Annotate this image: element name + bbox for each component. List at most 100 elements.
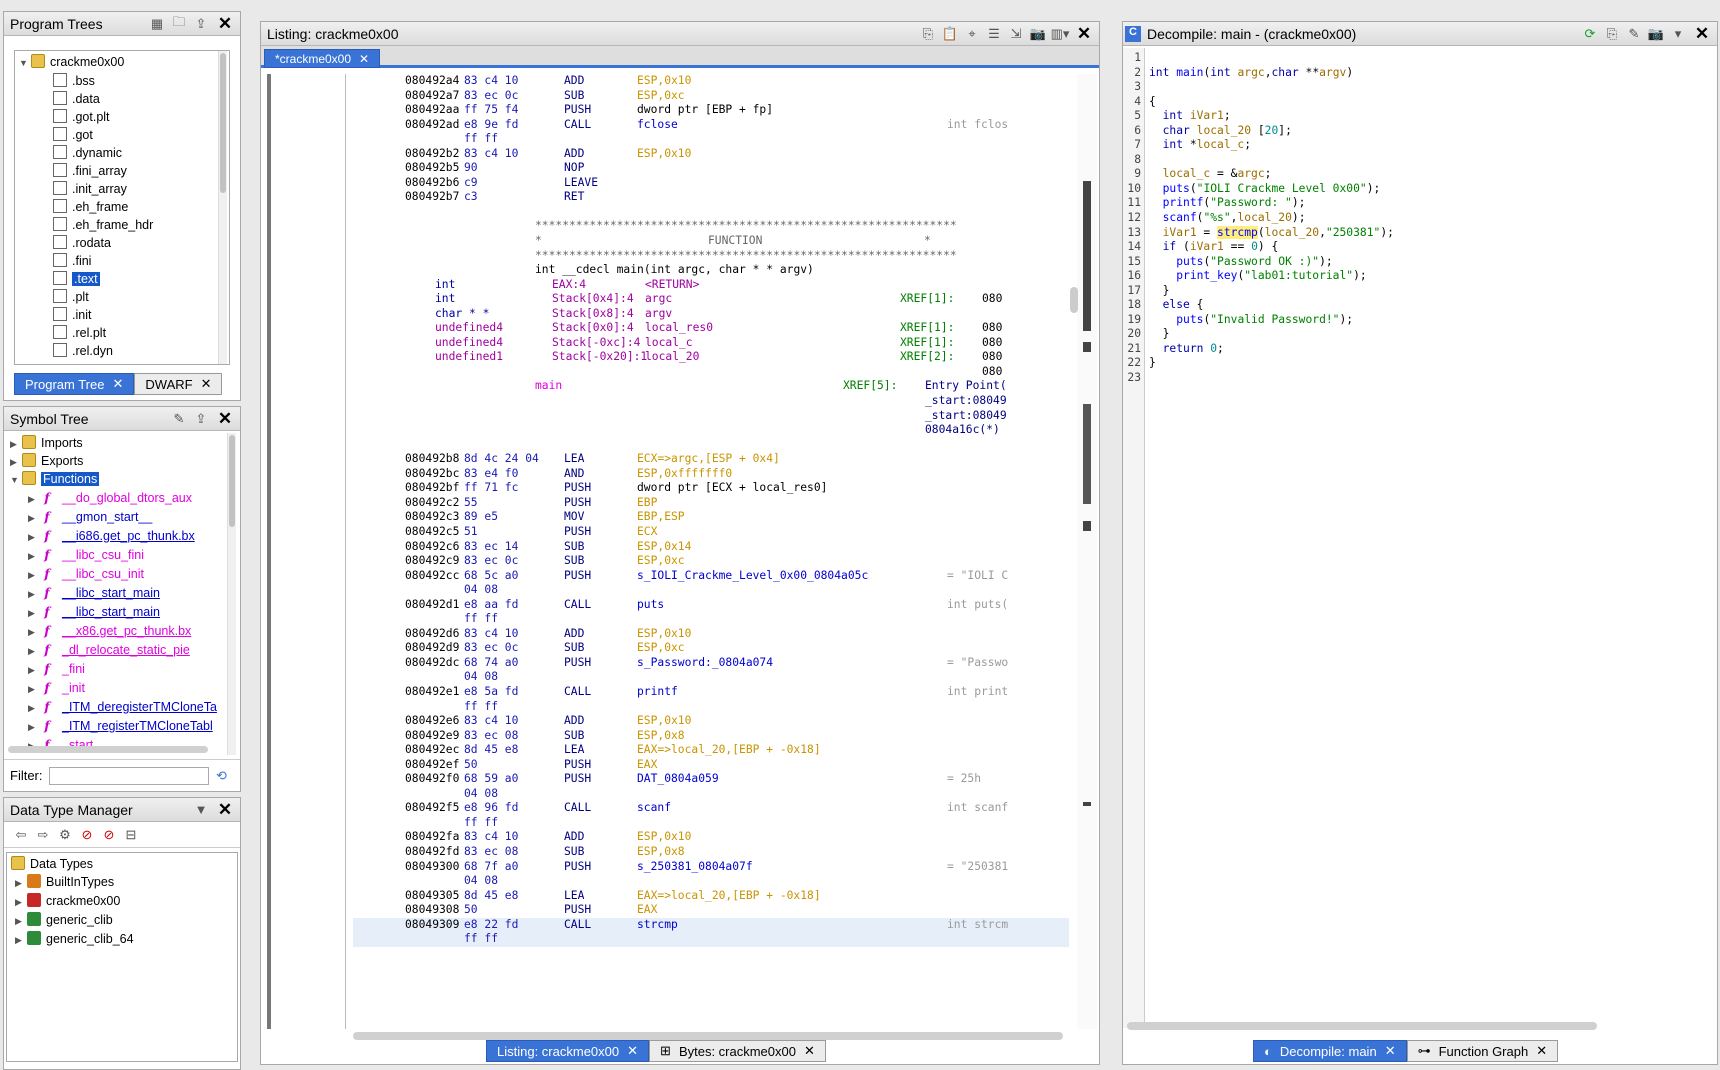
- address[interactable]: 080492e1: [405, 685, 459, 700]
- mnemonic[interactable]: LEA: [564, 889, 584, 904]
- param-row[interactable]: undefined1 Stack[-0x20]:1 local_20 XREF[2]:…: [353, 350, 1069, 365]
- instruction-row[interactable]: 080492c5 51 PUSH ECX: [353, 525, 1069, 540]
- code-text[interactable]: puts("IOLI Crackme Level 0x00");: [1149, 182, 1381, 197]
- code-text[interactable]: puts("Password OK :)");: [1149, 255, 1332, 270]
- function-item[interactable]: ▶ f __x86.get_pc_thunk.bx: [10, 622, 238, 641]
- instruction-row[interactable]: 080492e6 83 c4 10 ADD ESP,0x10: [353, 714, 1069, 729]
- instruction-row[interactable]: ff ff: [353, 932, 1069, 947]
- expand-icon[interactable]: ▶: [28, 719, 40, 736]
- instruction-row[interactable]: 080492fd 83 ec 08 SUB ESP,0x8: [353, 845, 1069, 860]
- code-line[interactable]: 13 iVar1 = strcmp(local_20,"250381");: [1123, 225, 1713, 241]
- tree-item[interactable]: .fini: [19, 252, 229, 270]
- code-line[interactable]: 15 puts("Password OK :)");: [1123, 255, 1713, 270]
- code-text[interactable]: return 0;: [1149, 342, 1224, 357]
- code-text[interactable]: char local_20 [20];: [1149, 124, 1292, 139]
- operands[interactable]: ESP,0xc: [637, 554, 685, 569]
- tree-item[interactable]: .plt: [19, 288, 229, 306]
- code-line[interactable]: 9 local_c = &argc;: [1123, 167, 1713, 182]
- operands[interactable]: fclose: [637, 118, 678, 133]
- address[interactable]: 080492b7: [405, 190, 459, 205]
- edit-fields-icon[interactable]: ☰: [985, 25, 1003, 43]
- param-row[interactable]: int EAX:4 <RETURN>: [353, 278, 1069, 293]
- filter-options-icon[interactable]: ⟲: [213, 767, 231, 785]
- param-row[interactable]: 080: [353, 365, 1069, 380]
- instruction-row[interactable]: 080492ec 8d 45 e8 LEA EAX=>local_20,[EBP + …: [353, 743, 1069, 758]
- instruction-row[interactable]: 08049305 8d 45 e8 LEA EAX=>local_20,[EBP + …: [353, 889, 1069, 904]
- mnemonic[interactable]: SUB: [564, 641, 584, 656]
- tree-item[interactable]: .dynamic: [19, 144, 229, 162]
- close-icon[interactable]: ✕: [216, 14, 234, 33]
- instruction-row[interactable]: ff ff: [353, 132, 1069, 147]
- code-line[interactable]: 10 puts("IOLI Crackme Level 0x00");: [1123, 182, 1713, 197]
- tab-crackme0x00[interactable]: *crackme0x00 ✕: [264, 49, 381, 68]
- function-item[interactable]: ▶ f _fini: [10, 660, 238, 679]
- expand-icon[interactable]: ▶: [28, 586, 40, 603]
- code-text[interactable]: scanf("%s",local_20);: [1149, 211, 1306, 226]
- param-name[interactable]: argc: [645, 292, 672, 307]
- mnemonic[interactable]: ADD: [564, 830, 584, 845]
- close-icon[interactable]: ✕: [216, 800, 234, 819]
- data-type-archive[interactable]: ▶ generic_clib_64: [11, 930, 237, 949]
- instruction-row[interactable]: 080492b7 c3 RET: [353, 190, 1069, 205]
- operands[interactable]: ESP,0x8: [637, 845, 685, 860]
- operands[interactable]: printf: [637, 685, 678, 700]
- instruction-row[interactable]: 080492b6 c9 LEAVE: [353, 176, 1069, 191]
- tree-node-functions[interactable]: ▼ Functions: [10, 471, 238, 489]
- address[interactable]: 080492cc: [405, 569, 459, 584]
- code-line[interactable]: 2 int main(int argc,char **argv): [1123, 66, 1713, 81]
- expand-icon[interactable]: ▶: [28, 605, 40, 622]
- code-line[interactable]: 21 return 0;: [1123, 342, 1713, 357]
- operands[interactable]: scanf: [637, 801, 671, 816]
- h-scrollbar[interactable]: [353, 1032, 1063, 1040]
- xref-address[interactable]: 080: [982, 336, 1002, 351]
- address[interactable]: 080492dc: [405, 656, 459, 671]
- expand-icon[interactable]: ▶: [28, 662, 40, 679]
- label-row[interactable]: _start:08049: [353, 394, 1069, 409]
- operands[interactable]: ESP,0x10: [637, 74, 691, 89]
- mnemonic[interactable]: CALL: [564, 918, 591, 933]
- tree-item[interactable]: .eh_frame_hdr: [19, 216, 229, 234]
- expand-icon[interactable]: ▶: [28, 681, 40, 698]
- mnemonic[interactable]: PUSH: [564, 656, 591, 671]
- tree-node-exports[interactable]: ▶ Exports: [10, 453, 238, 471]
- expand-icon[interactable]: ▶: [15, 912, 27, 930]
- instruction-row[interactable]: 08049300 68 7f a0 PUSH s_250381_0804a07f = "…: [353, 860, 1069, 875]
- address[interactable]: 080492bf: [405, 481, 459, 496]
- layout-dropdown-icon[interactable]: ▥▾: [1051, 25, 1070, 43]
- filter-arrays-icon[interactable]: ⊘: [78, 826, 96, 844]
- xref-address[interactable]: 080: [982, 292, 1002, 307]
- listing-content[interactable]: 080492a4 83 c4 10 ADD ESP,0x10 080492a7 83 ec…: [353, 74, 1069, 1026]
- instruction-row[interactable]: 04 08: [353, 670, 1069, 685]
- label-row[interactable]: main XREF[5]: Entry Point(: [353, 379, 1069, 394]
- close-icon[interactable]: ✕: [1693, 24, 1711, 43]
- param-name[interactable]: local_20: [645, 350, 699, 365]
- instruction-row[interactable]: ff ff: [353, 612, 1069, 627]
- new-symbol-icon[interactable]: ✎: [170, 410, 188, 428]
- refresh-icon[interactable]: ⟳: [1581, 25, 1599, 43]
- operands[interactable]: s_IOLI_Crackme_Level_0x00_0804a05c: [637, 569, 868, 584]
- expand-icon[interactable]: ▶: [28, 643, 40, 660]
- address[interactable]: 080492aa: [405, 103, 459, 118]
- code-line[interactable]: 11 printf("Password: ");: [1123, 196, 1713, 211]
- tree-item[interactable]: .got.plt: [19, 108, 229, 126]
- address[interactable]: 080492d6: [405, 627, 459, 642]
- xref-entry[interactable]: _start:08049: [925, 394, 1007, 409]
- operands[interactable]: ESP,0xc: [637, 89, 685, 104]
- function-item[interactable]: ▶ f _ITM_deregisterTMCloneTa: [10, 698, 238, 717]
- address[interactable]: 080492e6: [405, 714, 459, 729]
- tab-dwarf[interactable]: DWARF ✕: [134, 373, 223, 395]
- code-line[interactable]: 6 char local_20 [20];: [1123, 124, 1713, 139]
- edit-signature-icon[interactable]: ✎: [1625, 25, 1643, 43]
- mnemonic[interactable]: LEA: [564, 743, 584, 758]
- instruction-row[interactable]: 08049309 e8 22 fd CALL strcmp int strcm: [353, 917, 1069, 933]
- instruction-row[interactable]: 08049308 50 PUSH EAX: [353, 903, 1069, 918]
- mnemonic[interactable]: CALL: [564, 685, 591, 700]
- operands[interactable]: DAT_0804a059: [637, 772, 719, 787]
- instruction-row[interactable]: 080492d6 83 c4 10 ADD ESP,0x10: [353, 627, 1069, 642]
- instruction-row[interactable]: 080492d1 e8 aa fd CALL puts int puts(: [353, 598, 1069, 613]
- code-line[interactable]: 12 scanf("%s",local_20);: [1123, 211, 1713, 226]
- copy-icon[interactable]: ⎘: [1603, 25, 1621, 43]
- mnemonic[interactable]: MOV: [564, 510, 584, 525]
- code-text[interactable]: {: [1149, 95, 1156, 110]
- open-tree-icon[interactable]: 🗀: [170, 14, 188, 33]
